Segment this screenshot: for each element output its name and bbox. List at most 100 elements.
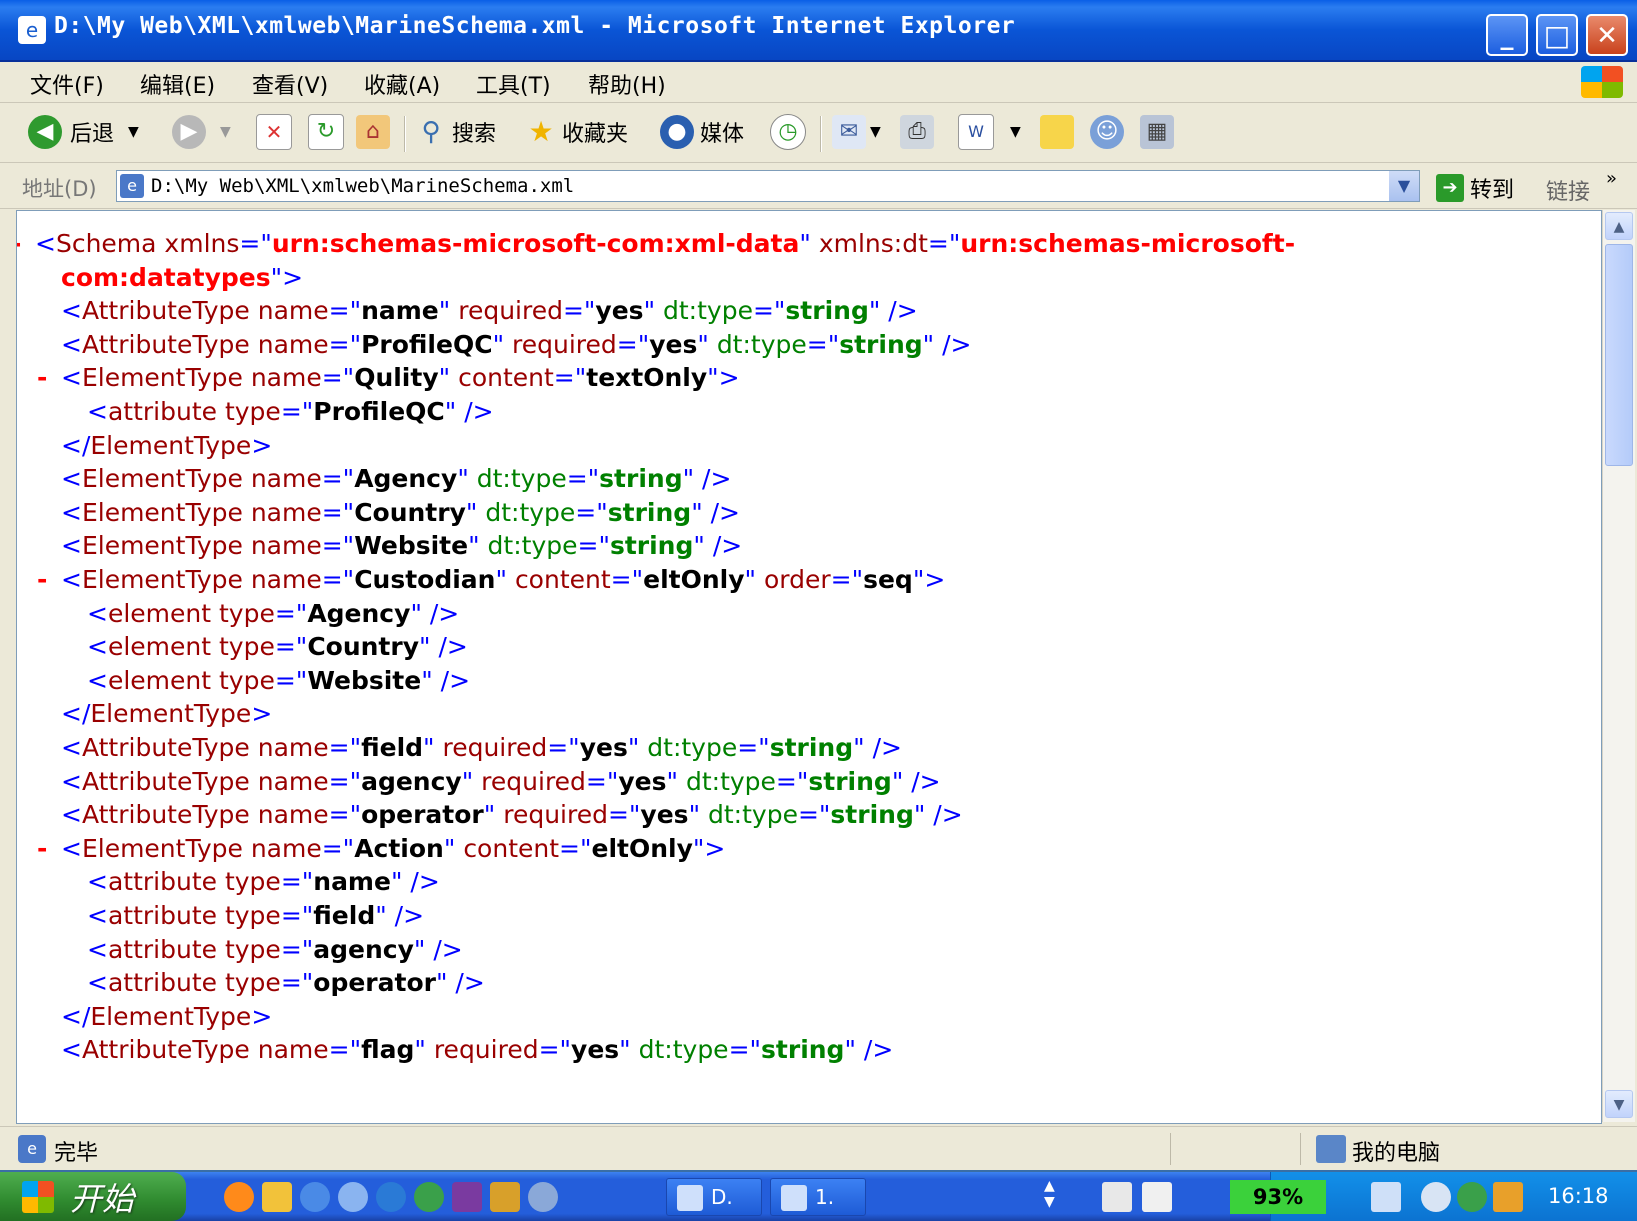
menu-view[interactable]: 查看(V) [252,68,328,100]
search-button[interactable]: ⚲ 搜索 [414,112,496,152]
quicklaunch-icon[interactable] [490,1182,520,1212]
xml-line: <AttributeType name="ProfileQC" required… [61,328,971,362]
xml-token: required [442,733,548,762]
xml-token: ElementType [81,565,251,594]
address-value[interactable]: D:\My Web\XML\xmlweb\MarineSchema.xml [151,175,574,197]
xml-token: yes [640,800,689,830]
start-button[interactable]: 开始 [0,1172,186,1221]
keyboard-icon[interactable] [1102,1182,1132,1212]
collapse-toggle[interactable]: - [37,563,61,597]
xml-token: ElementType [90,1001,252,1031]
mail-button[interactable]: ✉ ▼ [832,112,881,152]
address-dropdown-icon[interactable]: ▼ [1389,171,1419,201]
menu-file[interactable]: 文件(F) [30,68,104,100]
xml-token: =" [280,397,314,426]
taskbar-scroll-icon[interactable]: ▲ ▼ [1044,1178,1055,1210]
close-button[interactable]: ✕ [1586,14,1628,56]
media-button[interactable]: ● 媒体 [660,112,744,152]
quicklaunch-icon[interactable] [452,1182,482,1212]
xml-document-view[interactable]: -<Schema xmlns="urn:schemas-microsoft-co… [16,210,1602,1124]
xml-line: <ElementType name="Website" dt:type="str… [61,529,742,563]
scroll-down-button[interactable]: ▼ [1605,1090,1633,1118]
xml-token: =" [321,464,355,494]
xml-token: "> [692,833,726,863]
xml-token: " [643,296,664,326]
quicklaunch-ie-icon[interactable] [300,1182,330,1212]
xml-line: com:datatypes"> [61,261,303,295]
back-button[interactable]: ◀ 后退 ▼ [28,112,139,152]
xml-token: attribute [107,901,225,930]
toolbar-separator [404,116,406,152]
tray-icon[interactable] [1457,1182,1487,1212]
xml-token: " /> [853,733,902,762]
address-input[interactable]: e D:\My Web\XML\xmlweb\MarineSchema.xml … [116,170,1420,202]
quicklaunch-icon[interactable] [376,1182,406,1212]
quicklaunch-icon[interactable] [224,1182,254,1212]
home-button[interactable]: ⌂ [356,112,390,152]
tray-icon[interactable] [1493,1182,1523,1212]
title-bar[interactable]: e D:\My Web\XML\xmlweb\MarineSchema.xml … [0,0,1637,62]
maximize-button[interactable]: □ [1536,14,1578,56]
edit-button[interactable]: W ▼ [958,112,1021,152]
menu-edit[interactable]: 编辑(E) [140,68,215,100]
print-button[interactable]: ⎙ [900,112,934,152]
xml-line: <element type="Website" /> [87,664,470,698]
discuss-button[interactable] [1040,112,1074,152]
menu-tools[interactable]: 工具(T) [476,68,551,100]
minimize-button[interactable]: _ [1486,14,1528,56]
back-dropdown-icon[interactable]: ▼ [128,124,139,140]
xml-token: < [61,363,82,393]
forward-button[interactable]: ▶ ▼ [172,112,231,152]
messenger-button[interactable]: ☺ [1090,112,1124,152]
xml-token: Agency [354,464,458,494]
xml-token: attribute [107,968,225,998]
xml-token: AttributeType [81,329,258,359]
history-button[interactable]: ◷ [770,112,806,152]
xml-token: " [744,565,764,594]
mail-dropdown-icon[interactable]: ▼ [870,124,881,140]
go-button[interactable]: ➔ 转到 [1436,172,1514,204]
quicklaunch-folder-icon[interactable] [262,1182,292,1212]
task-button-ie[interactable]: D. [666,1178,762,1216]
xml-token: < [61,800,82,830]
menu-help[interactable]: 帮助(H) [588,68,666,100]
links-chevron-icon[interactable]: » [1606,168,1617,189]
research-button[interactable]: ▦ [1140,112,1174,152]
scroll-thumb[interactable] [1605,244,1633,466]
battery-indicator: 93% [1230,1180,1326,1214]
collapse-toggle[interactable]: - [37,832,61,866]
stop-icon: ✕ [256,114,292,150]
tray-icon[interactable] [1421,1182,1451,1212]
xml-token: < [61,565,82,594]
xml-token: content [514,565,611,594]
research-icon: ▦ [1140,115,1174,149]
xml-token: < [87,901,108,930]
collapse-toggle[interactable]: - [37,361,61,395]
scroll-up-button[interactable]: ▲ [1605,212,1633,240]
xml-token: =" [274,665,308,695]
help-icon[interactable] [1142,1182,1172,1212]
xml-token: name [257,296,329,326]
power-plug-icon[interactable] [1371,1182,1401,1212]
menu-favorites[interactable]: 收藏(A) [364,68,440,100]
xml-token: name [250,565,322,594]
xml-line: - <ElementType name="Qulity" content="tex… [37,361,740,395]
xml-token: xmlns:dt [818,229,928,258]
vertical-scrollbar[interactable]: ▲ ▼ [1602,210,1635,1122]
quicklaunch-icon[interactable] [338,1182,368,1212]
collapse-toggle[interactable]: - [17,227,35,261]
favorites-button[interactable]: ★ 收藏夹 [524,112,628,152]
xml-token: yes [649,329,698,359]
stop-button[interactable]: ✕ [256,112,292,152]
quicklaunch-icon[interactable] [414,1182,444,1212]
xml-token: </ [61,699,91,729]
links-button[interactable]: 链接 [1546,174,1590,206]
go-label: 转到 [1470,178,1515,203]
xml-token: yes [579,733,628,762]
forward-dropdown-icon[interactable]: ▼ [220,124,231,140]
edit-dropdown-icon[interactable]: ▼ [1010,124,1021,140]
xml-token: " /> [693,531,743,561]
task-button-doc[interactable]: 1. [770,1178,866,1216]
quicklaunch-icon[interactable] [528,1182,558,1212]
refresh-button[interactable]: ↻ [308,112,344,152]
